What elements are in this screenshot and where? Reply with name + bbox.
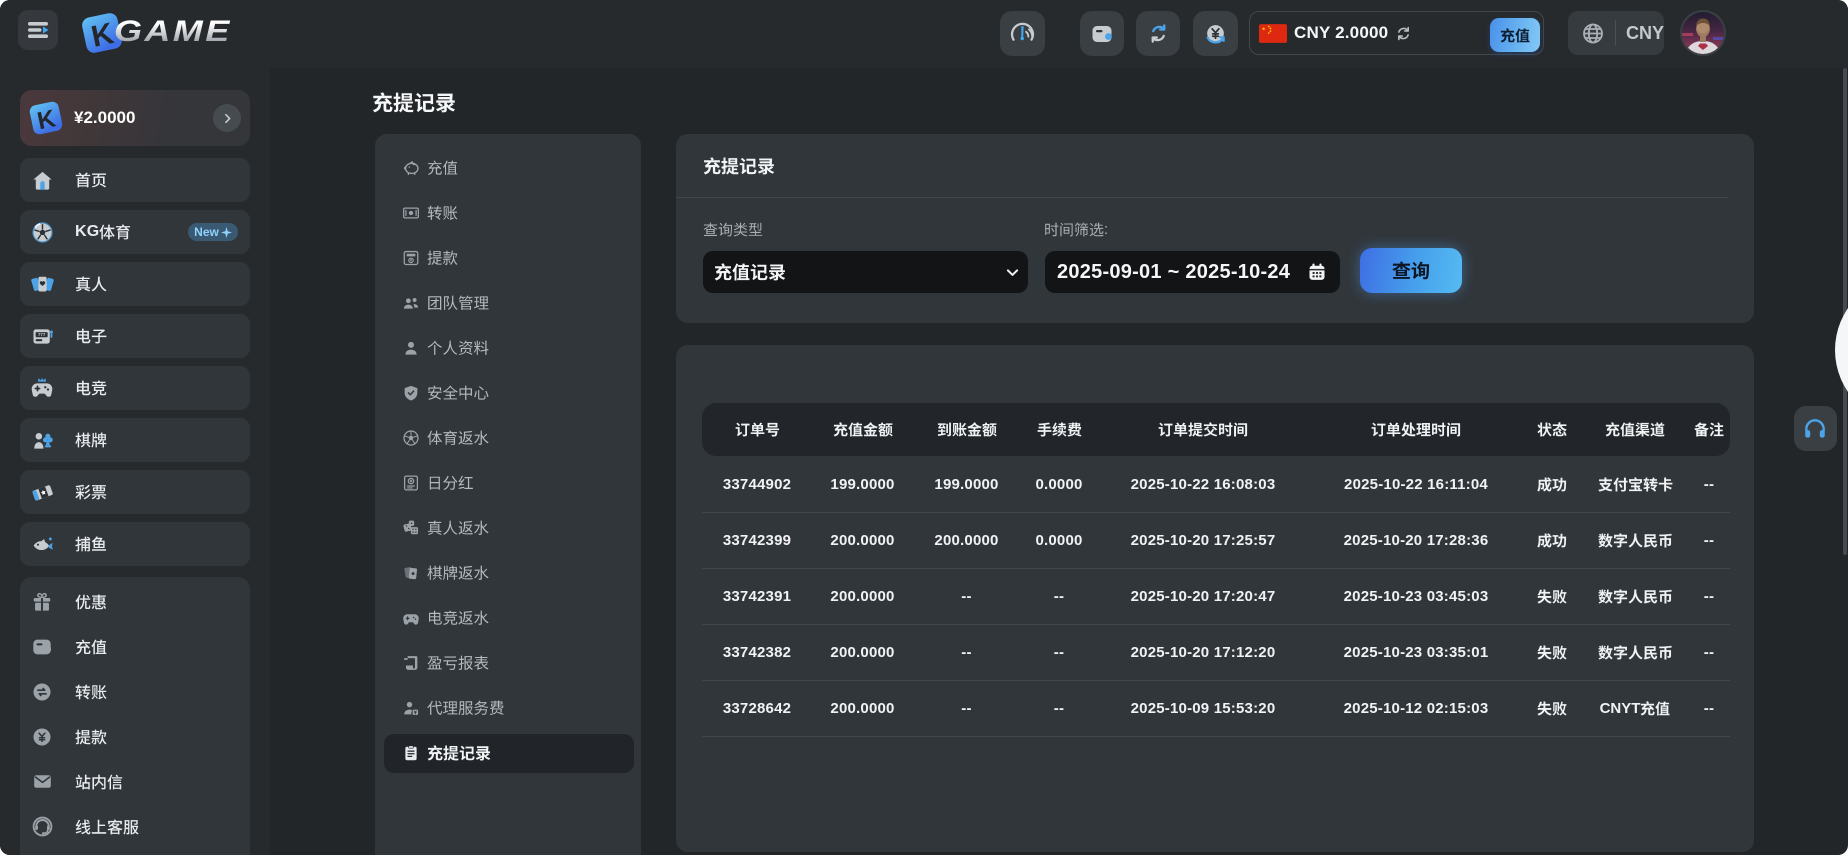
svg-text:777: 777: [37, 332, 45, 337]
